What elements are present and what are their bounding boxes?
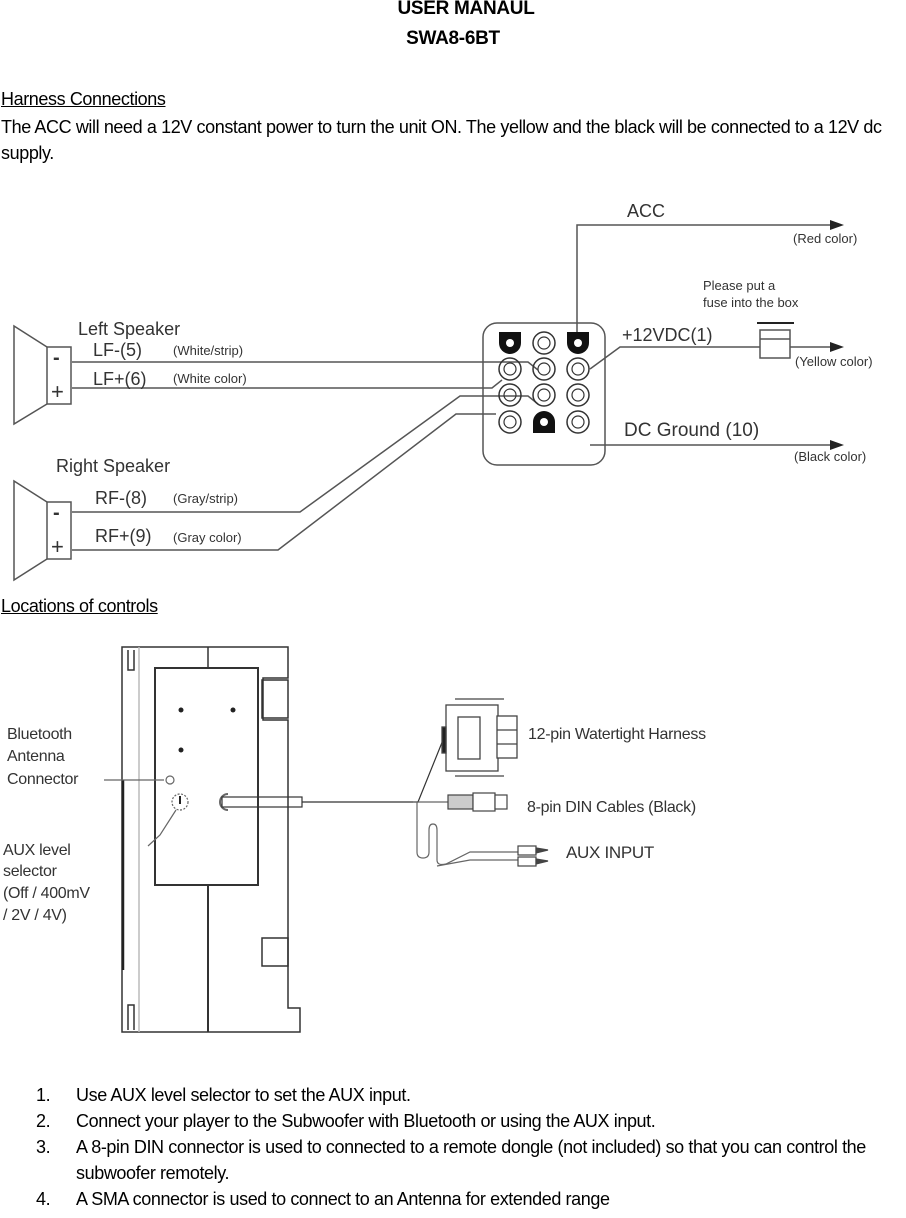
list-item: 4. A SMA connector is used to connect to … [36, 1189, 610, 1209]
lf-pos-color: (White color) [173, 371, 247, 386]
pin-socket-icon [498, 410, 522, 434]
fuse-note-2: fuse into the box [703, 295, 799, 310]
fuse-note-1: Please put a [703, 278, 776, 293]
din-connector-icon [447, 792, 508, 812]
arrow-icon [830, 342, 844, 352]
arrow-icon [830, 220, 844, 230]
list-item: 2. Connect your player to the Subwoofer w… [36, 1111, 656, 1131]
rf-pos-label: RF+(9) [95, 526, 152, 546]
aux-label-4: / 2V / 4V) [3, 907, 67, 924]
pin-socket-icon [566, 357, 590, 381]
ground-color: (Black color) [794, 449, 866, 464]
pin-socket-icon [537, 336, 551, 350]
pin-socket-icon [503, 362, 517, 376]
ground-label: DC Ground (10) [624, 420, 759, 441]
pin-socket-icon [537, 362, 551, 376]
right-speaker-title: Right Speaker [56, 456, 170, 476]
aux-label-3: (Off / 400mV [3, 885, 90, 902]
list-item: 1. Use AUX level selector to set the AUX … [36, 1085, 411, 1105]
harness-label: 12-pin Watertight Harness [528, 726, 706, 743]
pin-socket-icon [537, 388, 551, 402]
harness-intro: The ACC will need a 12V constant power t… [1, 117, 882, 163]
plus-sign: + [51, 534, 64, 559]
right-speaker-icon [13, 479, 72, 582]
pin-socket-icon [532, 383, 556, 407]
acc-label: ACC [627, 201, 665, 221]
aux-label-1: AUX level [3, 842, 71, 859]
instructions-list: 1. Use AUX level selector to set the AUX … [36, 1082, 906, 1212]
pin-socket-icon [532, 331, 556, 355]
pin-socket-icon [571, 388, 585, 402]
aux-input-label: AUX INPUT [566, 843, 654, 862]
minus-sign: - [53, 502, 60, 524]
minus-sign: - [53, 347, 60, 369]
acc-color: (Red color) [793, 231, 857, 246]
model-number: SWA8-6BT [406, 28, 500, 49]
harness-heading: Harness Connections [1, 89, 166, 109]
pin-socket-icon [498, 383, 522, 407]
pin-socket-icon [503, 415, 517, 429]
power-label: +12VDC(1) [622, 325, 713, 345]
lf-pos-label: LF+(6) [93, 369, 147, 389]
pin-socket-icon [503, 388, 517, 402]
bt-label-2: Antenna [7, 748, 65, 765]
fuse-box-icon [759, 329, 791, 359]
pin-socket-icon [571, 415, 585, 429]
lf-neg-label: LF-(5) [93, 340, 142, 360]
left-speaker-icon [13, 324, 72, 426]
rf-neg-label: RF-(8) [95, 488, 147, 508]
document-title: USER MANAUL [397, 0, 535, 19]
pin-socket-icon [566, 383, 590, 407]
rca-connector-icon [517, 845, 549, 867]
list-item: 3. A 8-pin DIN connector is used to conne… [36, 1137, 866, 1183]
subwoofer-body [121, 646, 301, 1033]
harness-connector-icon [441, 698, 518, 777]
pin-socket-icon [566, 410, 590, 434]
power-wire [589, 346, 830, 370]
aux-label-2: selector [3, 863, 58, 880]
rf-neg-color: (Gray/strip) [173, 491, 238, 506]
controls-diagram: Bluetooth Antenna Connector AUX level se… [3, 646, 706, 1033]
bt-antenna-connector-icon [165, 775, 175, 785]
bt-label-1: Bluetooth [7, 726, 72, 743]
bt-label-3: Connector [7, 771, 79, 788]
left-speaker-title: Left Speaker [78, 319, 180, 339]
lf-neg-color: (White/strip) [173, 343, 243, 358]
rf-pos-color: (Gray color) [173, 530, 242, 545]
din-label: 8-pin DIN Cables (Black) [527, 799, 696, 816]
harness-wiring-diagram: ACC (Red color) Please put a fuse into t… [13, 201, 873, 582]
power-color: (Yellow color) [795, 354, 873, 369]
pin-socket-icon [571, 362, 585, 376]
plus-sign: + [51, 379, 64, 404]
controls-heading: Locations of controls [1, 596, 158, 616]
